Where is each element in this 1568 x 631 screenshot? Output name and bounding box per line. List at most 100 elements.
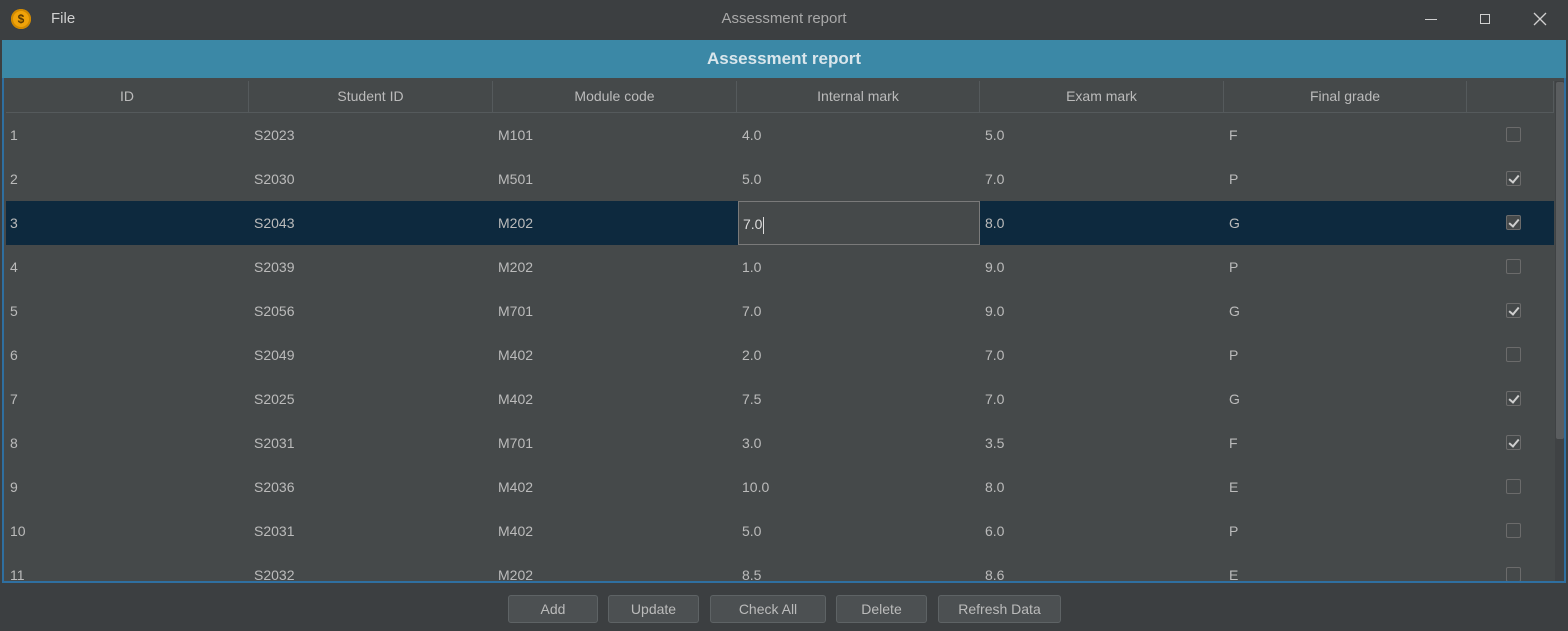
col-final-grade-cell[interactable]: P (1225, 333, 1467, 377)
row-checkbox[interactable] (1506, 391, 1521, 406)
col-id-cell[interactable]: 10 (6, 509, 248, 553)
col-module-code-cell[interactable]: M202 (494, 245, 737, 289)
row-checkbox[interactable] (1506, 303, 1521, 318)
maximize-button[interactable] (1457, 0, 1513, 38)
table-row[interactable]: 9 S2036 M402 10.0 8.0 E (6, 465, 1554, 509)
col-final-grade-cell[interactable]: E (1225, 465, 1467, 509)
refresh-data-button[interactable]: Refresh Data (938, 595, 1061, 623)
col-module-code-cell[interactable]: M202 (494, 553, 737, 581)
table-row[interactable]: 4 S2039 M202 1.0 9.0 P (6, 245, 1554, 289)
table-row[interactable]: 7 S2025 M402 7.5 7.0 G (6, 377, 1554, 421)
col-internal-mark-header[interactable]: Internal mark (737, 81, 980, 112)
col-exam-mark-cell[interactable]: 6.0 (981, 509, 1224, 553)
col-internal-mark-cell[interactable]: 3.0 (738, 421, 980, 465)
table-row[interactable]: 11 S2032 M202 8.5 8.6 E (6, 553, 1554, 581)
table-row[interactable]: 10 S2031 M402 5.0 6.0 P (6, 509, 1554, 553)
col-final-grade-cell[interactable]: G (1225, 201, 1467, 245)
col-exam-mark-cell[interactable]: 9.0 (981, 245, 1224, 289)
col-student-id-cell[interactable]: S2025 (250, 377, 493, 421)
row-checkbox[interactable] (1506, 479, 1521, 494)
col-module-code-header[interactable]: Module code (493, 81, 737, 112)
col-student-id-cell[interactable]: S2032 (250, 553, 493, 581)
col-module-code-cell[interactable]: M402 (494, 465, 737, 509)
col-exam-mark-cell[interactable]: 8.0 (981, 465, 1224, 509)
row-checkbox[interactable] (1506, 567, 1521, 581)
col-id-cell[interactable]: 11 (6, 553, 248, 581)
col-exam-mark-cell[interactable]: 7.0 (981, 333, 1224, 377)
col-id-cell[interactable]: 9 (6, 465, 248, 509)
scrollbar-thumb[interactable] (1556, 82, 1564, 439)
col-id-cell[interactable]: 2 (6, 157, 248, 201)
col-final-grade-cell[interactable]: G (1225, 289, 1467, 333)
col-id-cell[interactable]: 5 (6, 289, 248, 333)
col-internal-mark-cell[interactable]: 5.0 (738, 509, 980, 553)
table-row[interactable]: 1 S2023 M101 4.0 5.0 F (6, 113, 1554, 157)
col-internal-mark-cell[interactable]: 5.0 (738, 157, 980, 201)
col-id-cell[interactable]: 7 (6, 377, 248, 421)
col-id-header[interactable]: ID (6, 81, 249, 112)
col-id-cell[interactable]: 6 (6, 333, 248, 377)
row-checkbox[interactable] (1506, 347, 1521, 362)
col-internal-mark-cell[interactable]: 8.5 (738, 553, 980, 581)
col-module-code-cell[interactable]: M701 (494, 421, 737, 465)
col-final-grade-cell[interactable]: F (1225, 421, 1467, 465)
col-student-id-cell[interactable]: S2039 (250, 245, 493, 289)
col-student-id-cell[interactable]: S2030 (250, 157, 493, 201)
col-id-cell[interactable]: 1 (6, 113, 248, 157)
col-id-cell[interactable]: 4 (6, 245, 248, 289)
update-button[interactable]: Update (608, 595, 699, 623)
col-internal-mark-cell[interactable]: 4.0 (738, 113, 980, 157)
col-final-grade-cell[interactable]: P (1225, 509, 1467, 553)
col-internal-mark-cell[interactable]: 1.0 (738, 245, 980, 289)
row-checkbox[interactable] (1506, 523, 1521, 538)
col-module-code-cell[interactable]: M202 (494, 201, 737, 245)
delete-button[interactable]: Delete (836, 595, 927, 623)
col-exam-mark-cell[interactable]: 5.0 (981, 113, 1224, 157)
col-internal-mark-cell[interactable]: 7.5 (738, 377, 980, 421)
row-checkbox[interactable] (1506, 171, 1521, 186)
col-student-id-cell[interactable]: S2036 (250, 465, 493, 509)
check-all-button[interactable]: Check All (710, 595, 826, 623)
col-module-code-cell[interactable]: M402 (494, 509, 737, 553)
col-final-grade-cell[interactable]: F (1225, 113, 1467, 157)
col-internal-mark-cell[interactable]: 7.0 (738, 289, 980, 333)
col-module-code-cell[interactable]: M402 (494, 333, 737, 377)
col-student-id-header[interactable]: Student ID (249, 81, 493, 112)
minimize-button[interactable] (1403, 0, 1459, 38)
col-student-id-cell[interactable]: S2043 (250, 201, 493, 245)
close-button[interactable] (1512, 0, 1568, 38)
col-exam-mark-cell[interactable]: 7.0 (981, 157, 1224, 201)
row-checkbox[interactable] (1506, 435, 1521, 450)
col-exam-mark-cell[interactable]: 9.0 (981, 289, 1224, 333)
col-module-code-cell[interactable]: M501 (494, 157, 737, 201)
col-exam-mark-cell[interactable]: 3.5 (981, 421, 1224, 465)
col-final-grade-cell[interactable]: P (1225, 245, 1467, 289)
col-module-code-cell[interactable]: M701 (494, 289, 737, 333)
col-final-grade-cell[interactable]: E (1225, 553, 1467, 581)
col-id-cell[interactable]: 3 (6, 201, 248, 245)
col-student-id-cell[interactable]: S2031 (250, 421, 493, 465)
col-exam-mark-cell[interactable]: 7.0 (981, 377, 1224, 421)
table-row[interactable]: 5 S2056 M701 7.0 9.0 G (6, 289, 1554, 333)
col-internal-mark-cell[interactable]: 2.0 (738, 333, 980, 377)
col-student-id-cell[interactable]: S2056 (250, 289, 493, 333)
col-module-code-cell[interactable]: M402 (494, 377, 737, 421)
col-exam-mark-cell[interactable]: 8.6 (981, 553, 1224, 581)
table-row[interactable]: 6 S2049 M402 2.0 7.0 P (6, 333, 1554, 377)
col-final-grade-cell[interactable]: G (1225, 377, 1467, 421)
row-checkbox[interactable] (1506, 127, 1521, 142)
row-checkbox[interactable] (1506, 259, 1521, 274)
col-student-id-cell[interactable]: S2023 (250, 113, 493, 157)
col-internal-mark-cell[interactable]: 10.0 (738, 465, 980, 509)
internal-mark-editor[interactable]: 7.0 (738, 201, 980, 245)
col-id-cell[interactable]: 8 (6, 421, 248, 465)
col-exam-mark-header[interactable]: Exam mark (980, 81, 1224, 112)
col-check-header[interactable] (1467, 81, 1554, 112)
col-student-id-cell[interactable]: S2031 (250, 509, 493, 553)
row-checkbox[interactable] (1506, 215, 1521, 230)
col-final-grade-cell[interactable]: P (1225, 157, 1467, 201)
table-row[interactable]: 8 S2031 M701 3.0 3.5 F (6, 421, 1554, 465)
col-module-code-cell[interactable]: M101 (494, 113, 737, 157)
col-student-id-cell[interactable]: S2049 (250, 333, 493, 377)
col-final-grade-header[interactable]: Final grade (1224, 81, 1467, 112)
